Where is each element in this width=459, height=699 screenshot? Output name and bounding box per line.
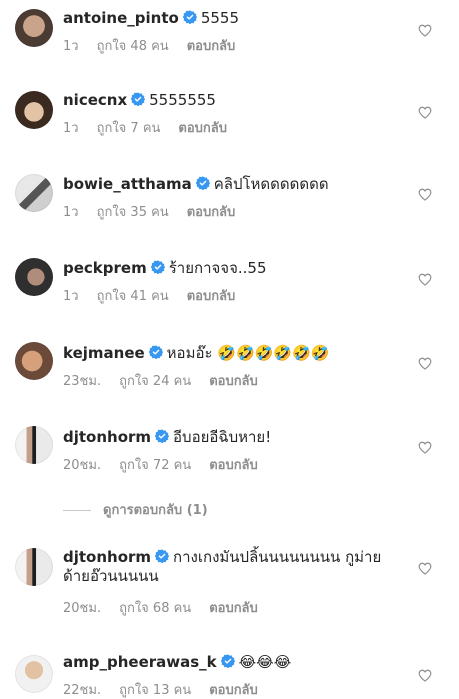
heart-icon[interactable] [418,106,432,119]
username-link[interactable]: djtonhorm [63,548,151,566]
like-count[interactable]: ถูกใจ 68 คน [119,601,191,616]
reply-button[interactable]: ตอบกลับ [187,39,236,54]
comment-text: อีบอยอีฉิบหาย! [173,428,272,446]
comment-time[interactable]: 1ว [63,39,79,54]
heart-icon[interactable] [418,441,432,454]
comment-line: nicecnx 5555555 [63,91,419,110]
view-replies-button[interactable]: ดูการตอบกลับ (1) [63,503,208,519]
comment-time[interactable]: 1ว [63,121,79,136]
username-link[interactable]: nicecnx [63,91,127,109]
reply-button[interactable]: ตอบกลับ [209,601,258,616]
reply-button[interactable]: ตอบกลับ [209,374,258,389]
like-count[interactable]: ถูกใจ 7 คน [97,121,161,136]
avatar[interactable] [15,655,53,693]
comment-line: kejmanee หอมอ๊ะ 🤣🤣🤣🤣🤣🤣 [63,344,419,363]
like-count[interactable]: ถูกใจ 35 คน [97,205,169,220]
avatar[interactable] [15,342,53,380]
comment-text: คลิปโหดดดดดดด [213,175,329,193]
comment-meta: 1ว ถูกใจ 35 คน ตอบกลับ [63,205,253,221]
username-link[interactable]: peckprem [63,259,147,277]
comment-line: bowie_atthama คลิปโหดดดดดดด [63,175,419,194]
comment-meta: 23ชม. ถูกใจ 24 คน ตอบกลับ [63,374,276,390]
comment-meta: 22ชม. ถูกใจ 13 คน ตอบกลับ [63,683,276,699]
comment-time[interactable]: 20ชม. [63,601,101,616]
like-count[interactable]: ถูกใจ 41 คน [97,289,169,304]
comment-text: 😂😂😂 [238,653,292,671]
comment-time[interactable]: 1ว [63,205,79,220]
heart-icon[interactable] [418,24,432,37]
heart-icon[interactable] [418,669,432,682]
verified-badge-icon [149,345,163,359]
verified-badge-icon [196,176,210,190]
username-link[interactable]: bowie_atthama [63,175,192,193]
comment-line: peckprem ร้ายกาจจจ..55 [63,259,419,278]
avatar[interactable] [15,174,53,212]
comment-line: djtonhorm อีบอยอีฉิบหาย! [63,428,419,447]
username-link[interactable]: antoine_pinto [63,9,179,27]
reply-button[interactable]: ตอบกลับ [187,205,236,220]
comment-time[interactable]: 1ว [63,289,79,304]
username-link[interactable]: djtonhorm [63,428,151,446]
like-count[interactable]: ถูกใจ 24 คน [119,374,191,389]
avatar[interactable] [15,548,53,586]
avatar[interactable] [15,426,53,464]
comment-meta: 20ชม. ถูกใจ 68 คน ตอบกลับ [63,601,276,617]
comment-text: 5555 [200,9,239,27]
comment-meta: 1ว ถูกใจ 48 คน ตอบกลับ [63,39,253,55]
avatar[interactable] [15,9,53,47]
verified-badge-icon [221,654,235,668]
avatar[interactable] [15,258,53,296]
divider [63,510,91,511]
like-count[interactable]: ถูกใจ 72 คน [119,458,191,473]
comment-meta: 20ชม. ถูกใจ 72 คน ตอบกลับ [63,458,276,474]
verified-badge-icon [155,549,169,563]
verified-badge-icon [151,260,165,274]
avatar[interactable] [15,91,53,129]
comment-meta: 1ว ถูกใจ 41 คน ตอบกลับ [63,289,253,305]
reply-button[interactable]: ตอบกลับ [187,289,236,304]
username-link[interactable]: amp_pheerawas_k [63,653,217,671]
verified-badge-icon [155,429,169,443]
comment-line: djtonhorm กางเกงมันปลิ้นนนนนนนน กูม่ายด้า… [63,548,404,586]
verified-badge-icon [131,92,145,106]
comment-time[interactable]: 23ชม. [63,374,101,389]
comment-line: antoine_pinto 5555 [63,9,419,28]
comment-text: หอมอ๊ะ 🤣🤣🤣🤣🤣🤣 [166,344,330,362]
comment-text: 5555555 [149,91,216,109]
reply-button[interactable]: ตอบกลับ [178,121,227,136]
verified-badge-icon [183,10,197,24]
heart-icon[interactable] [418,562,432,575]
comment-meta: 1ว ถูกใจ 7 คน ตอบกลับ [63,121,245,137]
view-replies-label: ดูการตอบกลับ (1) [103,503,208,518]
comment-text: ร้ายกาจจจ..55 [168,259,267,277]
reply-button[interactable]: ตอบกลับ [209,458,258,473]
heart-icon[interactable] [418,273,432,286]
heart-icon[interactable] [418,357,432,370]
like-count[interactable]: ถูกใจ 48 คน [97,39,169,54]
heart-icon[interactable] [418,188,432,201]
username-link[interactable]: kejmanee [63,344,145,362]
comment-time[interactable]: 20ชม. [63,458,101,473]
comment-line: amp_pheerawas_k 😂😂😂 [63,653,419,672]
